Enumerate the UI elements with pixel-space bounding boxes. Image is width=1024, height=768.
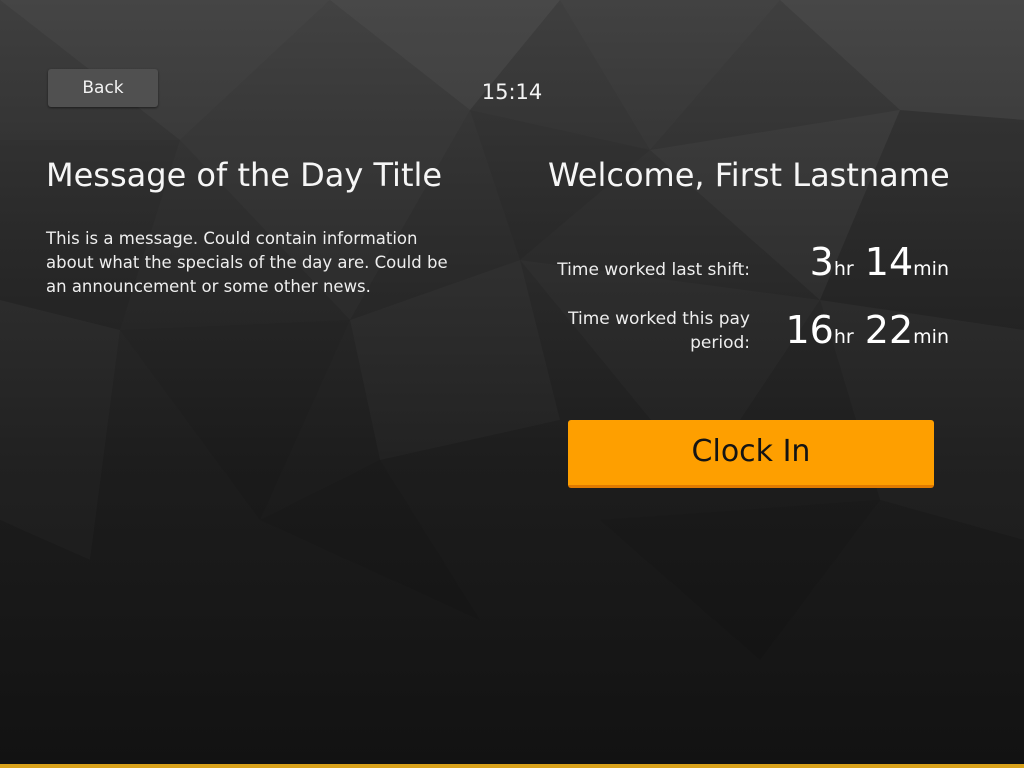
- last-shift-hours: 3: [809, 240, 834, 284]
- background-pattern: [0, 0, 1024, 660]
- pay-period-value: 16hr 22min: [785, 308, 949, 352]
- last-shift-minutes: 14: [864, 240, 914, 284]
- welcome-heading: Welcome, First Lastname: [548, 156, 950, 194]
- message-body: This is a message. Could contain informa…: [46, 229, 448, 296]
- pay-period-hours: 16: [785, 308, 834, 352]
- last-shift-value: 3hr 14min: [810, 240, 949, 284]
- clock-in-button[interactable]: Clock In: [568, 420, 934, 488]
- current-time: 15:14: [481, 80, 543, 104]
- pay-period-minutes-unit: min: [913, 326, 949, 348]
- message-title: Message of the Day Title: [46, 156, 443, 194]
- bottom-accent-bar: [0, 764, 1024, 768]
- back-button[interactable]: Back: [48, 69, 158, 107]
- last-shift-label: Time worked last shift:: [557, 260, 750, 280]
- pay-period-minutes: 22: [864, 308, 914, 352]
- pay-period-hours-unit: hr: [833, 326, 854, 348]
- pay-period-label: Time worked this pay period:: [568, 309, 750, 353]
- last-shift-hours-unit: hr: [833, 258, 854, 280]
- last-shift-minutes-unit: min: [913, 258, 949, 280]
